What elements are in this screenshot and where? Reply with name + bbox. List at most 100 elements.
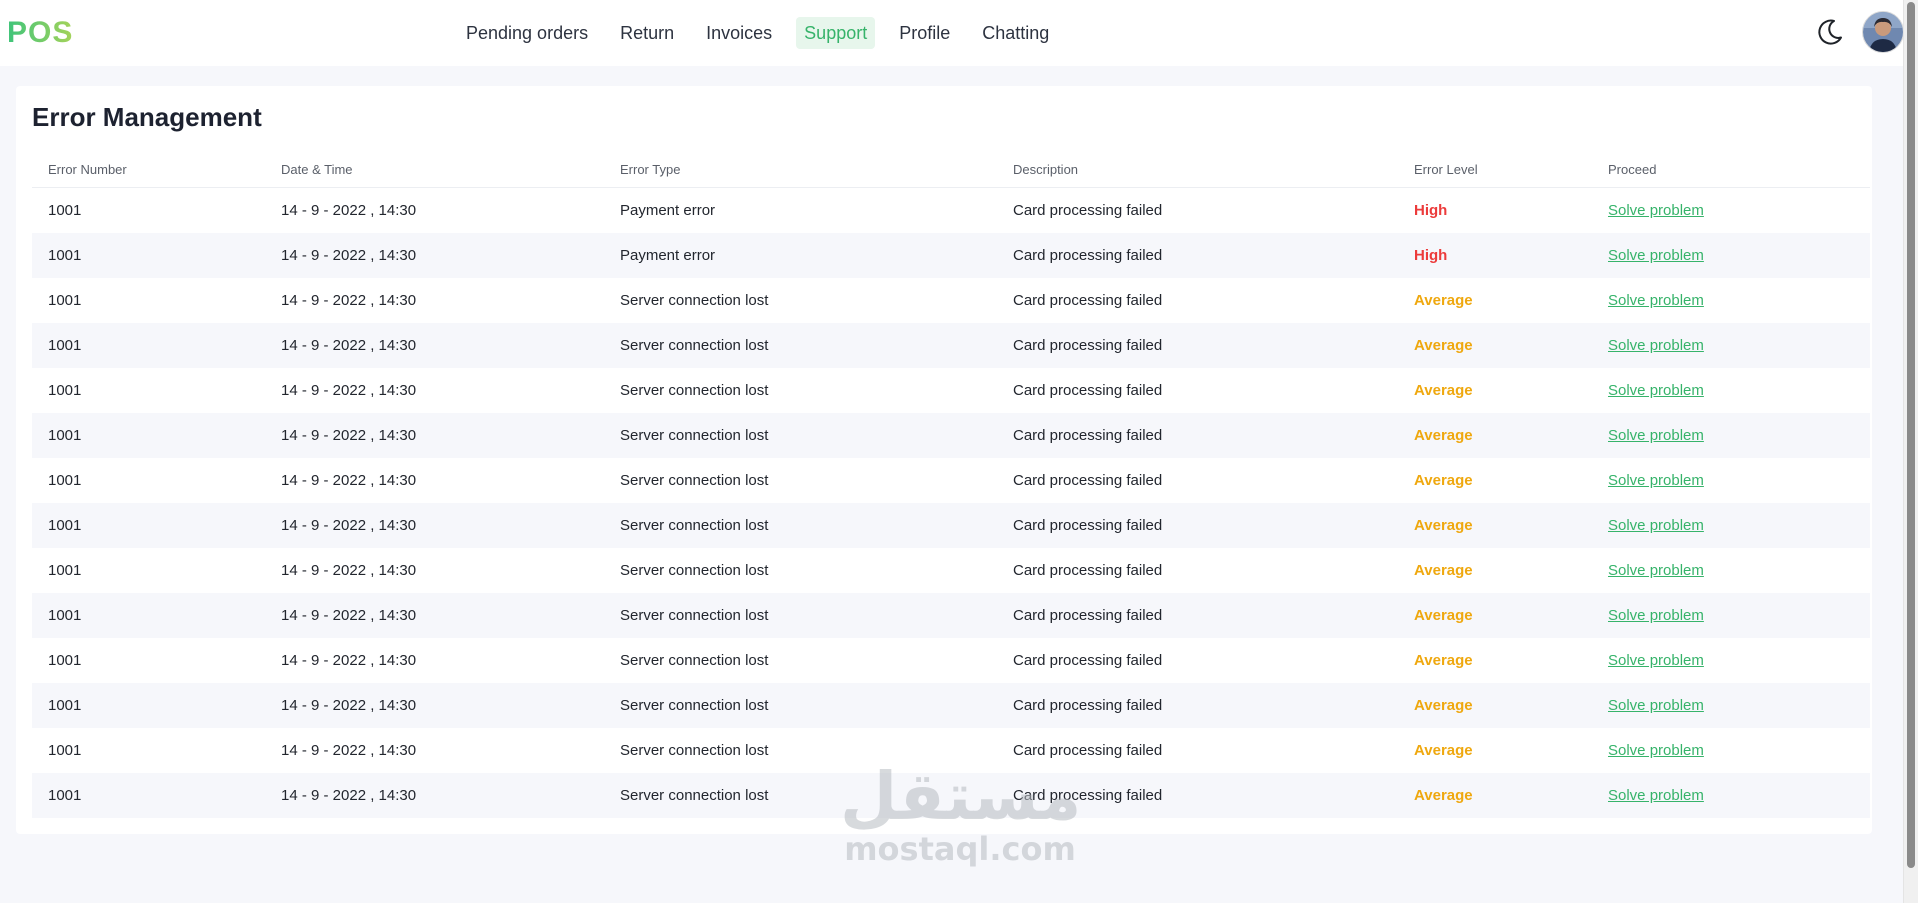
date-time-cell: 14 - 9 - 2022 , 14:30 <box>265 233 604 278</box>
error-level-badge: Average <box>1398 413 1592 458</box>
error-number-cell: 1001 <box>32 773 265 818</box>
solve-problem-link[interactable]: Solve problem <box>1608 337 1704 354</box>
description-cell: Card processing failed <box>1013 562 1163 579</box>
table-row: 1001 14 - 9 - 2022 , 14:30 Server connecti… <box>32 548 1870 593</box>
error-type-cell: Server connection lost <box>620 292 769 309</box>
nav-support[interactable]: Support <box>796 17 876 49</box>
solve-problem-link[interactable]: Solve problem <box>1608 517 1704 534</box>
description-cell: Card processing failed <box>997 683 1398 728</box>
solve-problem-link[interactable]: Solve problem <box>1608 247 1704 264</box>
proceed-cell: Solve problem <box>1592 413 1870 458</box>
proceed-cell: Solve problem <box>1592 683 1870 728</box>
nav-return[interactable]: Return <box>612 17 682 49</box>
error-type-cell: Server connection lost <box>604 413 997 458</box>
table-row: 1001 14 - 9 - 2022 , 14:30 Server connecti… <box>32 458 1870 503</box>
solve-problem-link[interactable]: Solve problem <box>1608 292 1704 309</box>
solve-problem-link[interactable]: Solve problem <box>1608 742 1704 759</box>
description-cell: Card processing failed <box>1013 202 1163 219</box>
solve-problem-link[interactable]: Solve problem <box>1608 472 1704 489</box>
error-table: Error Number Date & Time Error Type Desc… <box>32 151 1870 818</box>
error-level-badge: Average <box>1414 382 1473 399</box>
error-level-badge: Average <box>1414 562 1473 579</box>
error-type-cell: Server connection lost <box>604 503 997 548</box>
date-time-cell: 14 - 9 - 2022 , 14:30 <box>265 683 604 728</box>
error-type-cell: Server connection lost <box>620 652 769 669</box>
nav-invoices[interactable]: Invoices <box>698 17 780 49</box>
table-row: 1001 14 - 9 - 2022 , 14:30 Server connecti… <box>32 413 1870 458</box>
description-cell: Card processing failed <box>997 413 1398 458</box>
description-cell: Card processing failed <box>997 233 1398 278</box>
solve-problem-link[interactable]: Solve problem <box>1608 382 1704 399</box>
error-level-badge: Average <box>1398 503 1592 548</box>
proceed-cell: Solve problem <box>1592 728 1870 773</box>
solve-problem-link[interactable]: Solve problem <box>1608 652 1704 669</box>
table-header-row: Error Number Date & Time Error Type Desc… <box>32 151 1870 188</box>
error-level-badge: High <box>1398 233 1592 278</box>
proceed-cell: Solve problem <box>1592 233 1870 278</box>
date-time-cell: 14 - 9 - 2022 , 14:30 <box>281 292 417 309</box>
table-row: 1001 14 - 9 - 2022 , 14:30 Server connecti… <box>32 278 1870 323</box>
date-time-cell: 14 - 9 - 2022 , 14:30 <box>281 742 417 759</box>
main-nav: Pending orders Return Invoices Support P… <box>458 17 1073 49</box>
solve-problem-link[interactable]: Solve problem <box>1608 202 1704 219</box>
error-number-cell: 1001 <box>48 652 82 669</box>
nav-profile[interactable]: Profile <box>891 17 958 49</box>
date-time-cell: 14 - 9 - 2022 , 14:30 <box>265 773 604 818</box>
table-row: 1001 14 - 9 - 2022 , 14:30 Server connecti… <box>32 638 1870 683</box>
description-cell: Card processing failed <box>1013 472 1163 489</box>
watermark-arabic: مستقل <box>840 758 1082 835</box>
error-type-cell: Server connection lost <box>604 683 997 728</box>
error-number-cell: 1001 <box>32 503 265 548</box>
nav-pending-orders[interactable]: Pending orders <box>458 17 596 49</box>
date-time-cell: 14 - 9 - 2022 , 14:30 <box>281 202 417 219</box>
error-level-badge: High <box>1414 202 1448 219</box>
error-number-cell: 1001 <box>32 233 265 278</box>
error-number-cell: 1001 <box>48 202 82 219</box>
table-row: 1001 14 - 9 - 2022 , 14:30 Server connecti… <box>32 368 1870 413</box>
error-management-card: Error Management Error Number Date & Tim… <box>16 86 1872 834</box>
column-header-proceed: Proceed <box>1592 151 1870 188</box>
date-time-cell: 14 - 9 - 2022 , 14:30 <box>281 562 417 579</box>
solve-problem-link[interactable]: Solve problem <box>1608 562 1704 579</box>
page-title: Error Management <box>32 102 262 132</box>
error-level-badge: Average <box>1398 323 1592 368</box>
scrollbar-thumb[interactable] <box>1907 2 1915 868</box>
watermark-latin: mostaql.com <box>844 830 1076 868</box>
error-level-badge: Average <box>1414 472 1473 489</box>
error-number-cell: 1001 <box>48 292 82 309</box>
date-time-cell: 14 - 9 - 2022 , 14:30 <box>265 593 604 638</box>
table-row: 1001 14 - 9 - 2022 , 14:30 Server connecti… <box>32 503 1870 548</box>
error-number-cell: 1001 <box>32 413 265 458</box>
date-time-cell: 14 - 9 - 2022 , 14:30 <box>281 382 417 399</box>
user-avatar[interactable] <box>1862 11 1904 53</box>
column-header-error-level: Error Level <box>1398 151 1592 188</box>
error-number-cell: 1001 <box>32 593 265 638</box>
proceed-cell: Solve problem <box>1592 503 1870 548</box>
top-navbar: POS Pending orders Return Invoices Suppo… <box>0 0 1904 66</box>
proceed-cell: Solve problem <box>1592 368 1870 413</box>
moon-icon[interactable] <box>1815 17 1845 47</box>
error-type-cell: Payment error <box>620 202 716 219</box>
solve-problem-link[interactable]: Solve problem <box>1608 607 1704 624</box>
date-time-cell: 14 - 9 - 2022 , 14:30 <box>265 503 604 548</box>
error-level-badge: Average <box>1398 773 1592 818</box>
description-cell: Card processing failed <box>1013 292 1163 309</box>
solve-problem-link[interactable]: Solve problem <box>1608 697 1704 714</box>
table-row: 1001 14 - 9 - 2022 , 14:30 Server connecti… <box>32 683 1870 728</box>
page-scrollbar[interactable] <box>1903 0 1918 903</box>
table-row: 1001 14 - 9 - 2022 , 14:30 Payment error Ca… <box>32 233 1870 278</box>
app-logo[interactable]: POS <box>7 16 73 50</box>
watermark: مستقل mostaql.com <box>840 758 1082 868</box>
nav-chatting[interactable]: Chatting <box>974 17 1057 49</box>
error-number-cell: 1001 <box>48 382 82 399</box>
solve-problem-link[interactable]: Solve problem <box>1608 427 1704 444</box>
error-number-cell: 1001 <box>32 683 265 728</box>
error-level-badge: Average <box>1414 742 1473 759</box>
error-number-cell: 1001 <box>48 742 82 759</box>
description-cell: Card processing failed <box>997 593 1398 638</box>
proceed-cell: Solve problem <box>1592 188 1870 234</box>
column-header-error-type: Error Type <box>604 151 997 188</box>
error-level-badge: Average <box>1414 652 1473 669</box>
proceed-cell: Solve problem <box>1592 323 1870 368</box>
solve-problem-link[interactable]: Solve problem <box>1608 787 1704 804</box>
